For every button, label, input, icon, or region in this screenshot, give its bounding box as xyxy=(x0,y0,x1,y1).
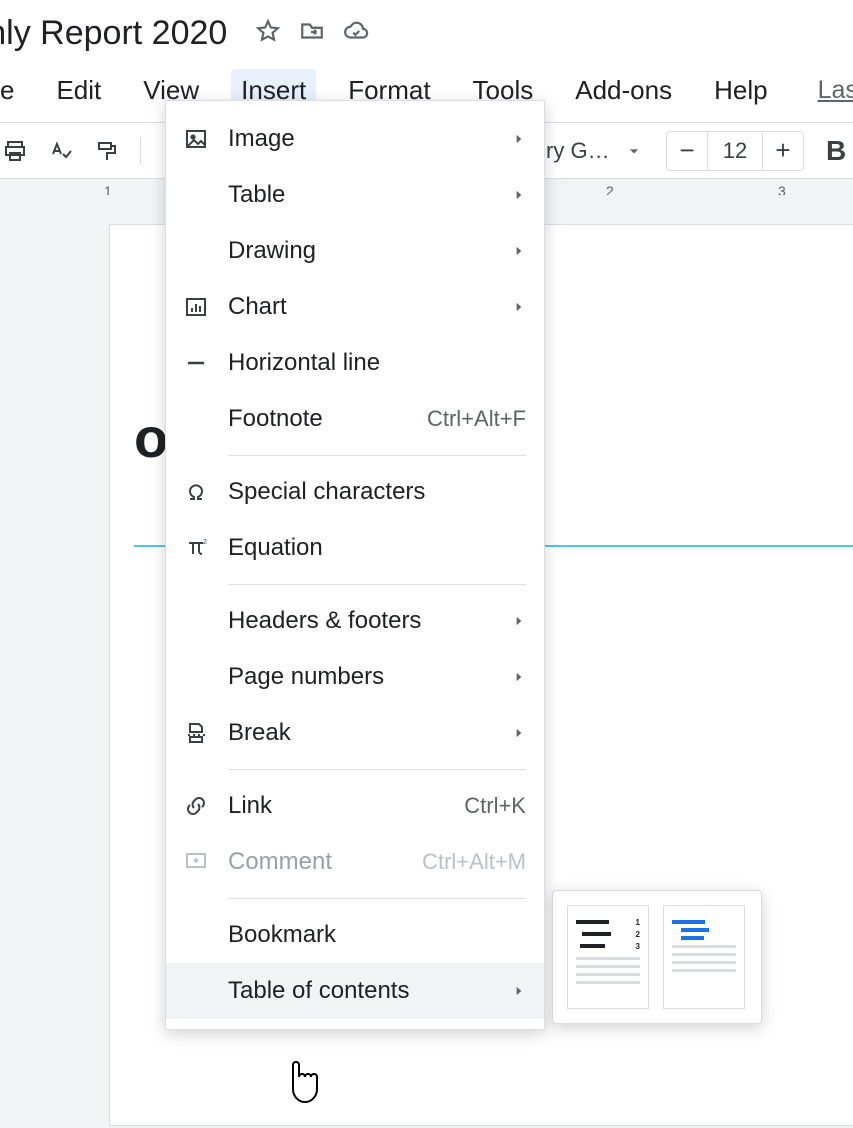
chevron-down-icon[interactable] xyxy=(624,141,644,161)
chevron-right-icon xyxy=(512,663,526,691)
font-size-value[interactable]: 12 xyxy=(707,132,763,170)
chart-icon xyxy=(184,295,228,319)
menu-label: Chart xyxy=(228,293,512,321)
menu-item-bookmark[interactable]: Bookmark xyxy=(166,907,544,963)
titlebar: onthly Report 2020 xyxy=(0,0,853,63)
menu-item-page-numbers[interactable]: Page numbers xyxy=(166,649,544,705)
toolbar-separator xyxy=(140,137,141,165)
menu-label: Special characters xyxy=(228,478,526,506)
menu-label: Equation xyxy=(228,534,526,562)
menu-label: Horizontal line xyxy=(228,349,526,377)
menu-label: Comment xyxy=(228,848,422,876)
insert-menu-dropdown: Image Table Drawing Chart Horizontal lin… xyxy=(165,100,545,1030)
chevron-right-icon xyxy=(512,237,526,265)
toc-style-page-numbers[interactable]: 1 2 3 xyxy=(567,905,649,1009)
menu-item-table[interactable]: Table xyxy=(166,167,544,223)
document-title[interactable]: onthly Report 2020 xyxy=(0,14,227,53)
font-size-stepper[interactable]: − 12 + xyxy=(666,131,804,171)
chevron-right-icon xyxy=(512,181,526,209)
pi-icon: 2 xyxy=(184,536,228,560)
menu-item-image[interactable]: Image xyxy=(166,111,544,167)
menu-file[interactable]: e xyxy=(0,69,24,112)
menu-label: Page numbers xyxy=(228,663,512,691)
menu-item-chart[interactable]: Chart xyxy=(166,279,544,335)
menu-label: Bookmark xyxy=(228,921,526,949)
font-family-select[interactable]: ry Go… xyxy=(546,138,616,164)
menu-item-link[interactable]: Link Ctrl+K xyxy=(166,778,544,834)
spellcheck-icon[interactable] xyxy=(46,139,76,163)
menu-addons[interactable]: Add-ons xyxy=(565,69,682,112)
bold-button[interactable]: B xyxy=(826,135,846,167)
move-icon[interactable] xyxy=(299,18,325,49)
menu-divider xyxy=(228,455,526,456)
menu-item-drawing[interactable]: Drawing xyxy=(166,223,544,279)
menu-label: Headers & footers xyxy=(228,607,512,635)
toc-style-submenu: 1 2 3 xyxy=(552,890,762,1024)
star-icon[interactable] xyxy=(255,18,281,49)
page-break-icon xyxy=(184,721,228,745)
menu-edit[interactable]: Edit xyxy=(46,69,111,112)
menu-item-comment: Comment Ctrl+Alt+M xyxy=(166,834,544,890)
last-edit-link[interactable]: Last edit was sec xyxy=(818,76,853,105)
menu-item-headers-footers[interactable]: Headers & footers xyxy=(166,593,544,649)
menu-label: Table xyxy=(228,181,512,209)
chevron-right-icon xyxy=(512,607,526,635)
menu-divider xyxy=(228,769,526,770)
menu-divider xyxy=(228,898,526,899)
menu-item-break[interactable]: Break xyxy=(166,705,544,761)
font-size-increase[interactable]: + xyxy=(763,131,803,171)
chevron-right-icon xyxy=(512,125,526,153)
font-size-decrease[interactable]: − xyxy=(667,131,707,171)
menu-shortcut: Ctrl+Alt+M xyxy=(422,849,526,875)
chevron-right-icon xyxy=(512,977,526,1005)
chevron-right-icon xyxy=(512,293,526,321)
omega-icon xyxy=(184,480,228,504)
menu-item-equation[interactable]: 2 Equation xyxy=(166,520,544,576)
menu-label: Link xyxy=(228,792,464,820)
print-icon[interactable] xyxy=(0,139,30,163)
menu-label: Drawing xyxy=(228,237,512,265)
menu-divider xyxy=(228,584,526,585)
cursor-pointer-icon xyxy=(282,1058,322,1111)
menu-shortcut: Ctrl+Alt+F xyxy=(427,406,526,432)
image-icon xyxy=(184,127,228,151)
menu-label: Table of contents xyxy=(228,977,512,1005)
cloud-saved-icon[interactable] xyxy=(343,18,369,49)
menu-help[interactable]: Help xyxy=(704,69,777,112)
menu-shortcut: Ctrl+K xyxy=(464,793,526,819)
link-icon xyxy=(184,794,228,818)
menu-item-footnote[interactable]: Footnote Ctrl+Alt+F xyxy=(166,391,544,447)
comment-icon xyxy=(184,850,228,874)
chevron-right-icon xyxy=(512,719,526,747)
menu-label: Break xyxy=(228,719,512,747)
paint-format-icon[interactable] xyxy=(92,139,122,163)
toc-style-blue-links[interactable] xyxy=(663,905,745,1009)
menu-label: Footnote xyxy=(228,405,427,433)
menu-item-table-of-contents[interactable]: Table of contents xyxy=(166,963,544,1019)
horizontal-line-icon xyxy=(184,351,228,375)
menu-item-horizontal-line[interactable]: Horizontal line xyxy=(166,335,544,391)
menu-item-special-characters[interactable]: Special characters xyxy=(166,464,544,520)
svg-text:2: 2 xyxy=(203,539,207,546)
menu-label: Image xyxy=(228,125,512,153)
